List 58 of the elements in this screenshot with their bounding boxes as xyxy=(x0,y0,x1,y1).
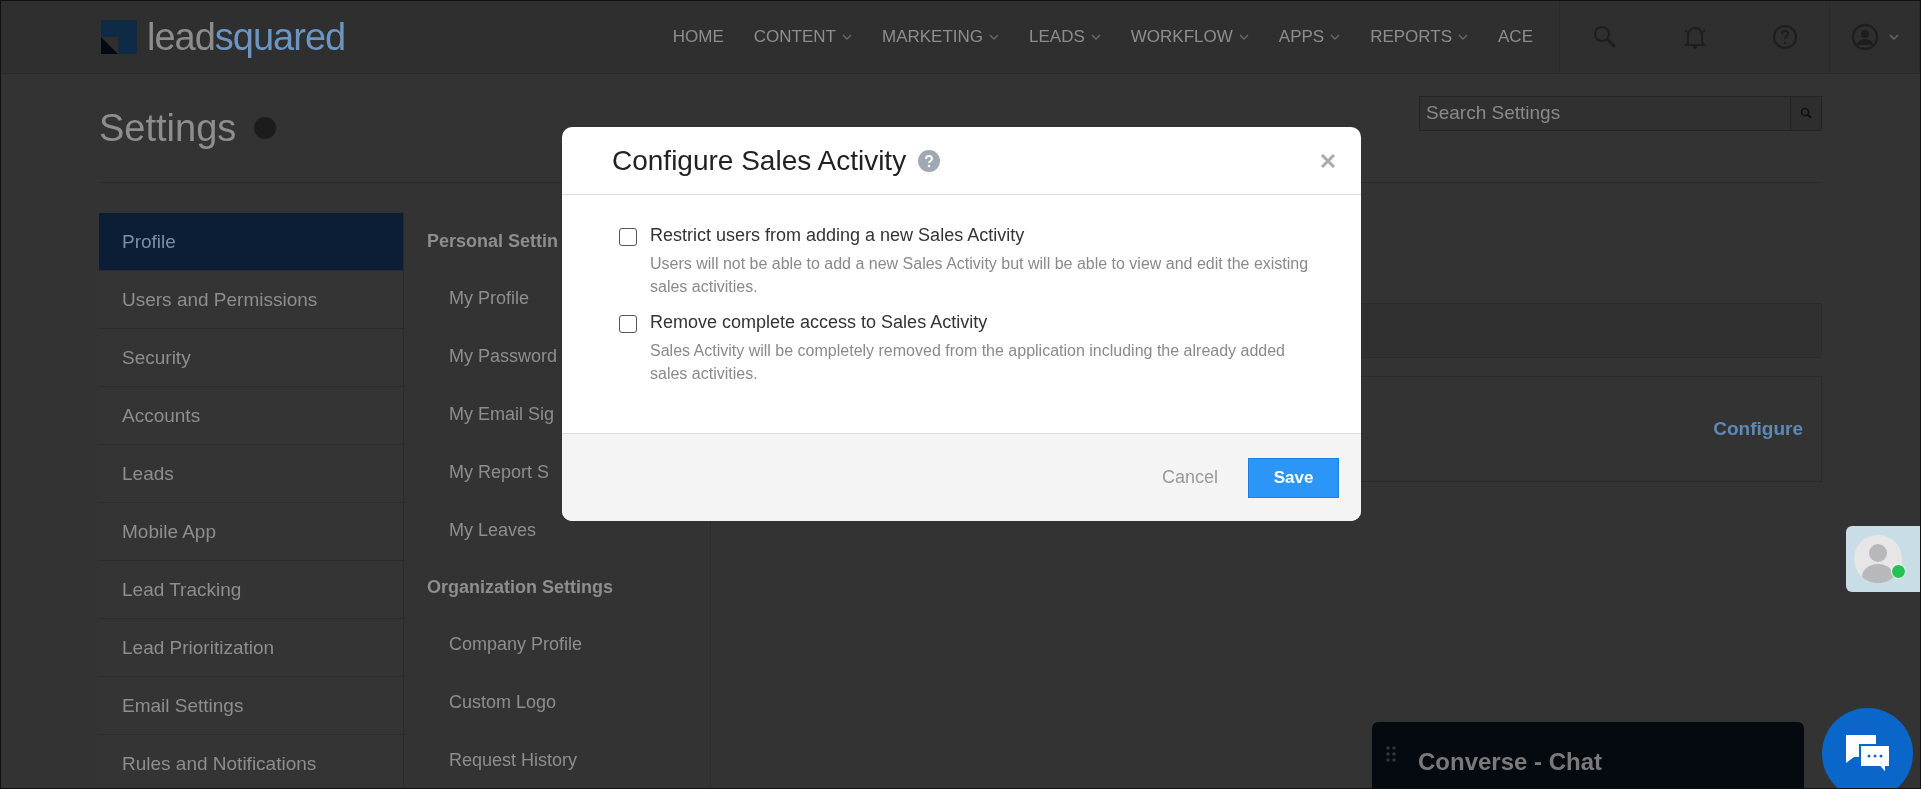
sidebar-item[interactable]: Lead Prioritization xyxy=(99,619,404,677)
sidebar-item[interactable]: Users and Permissions xyxy=(99,271,404,329)
sidebar-item[interactable]: Email Settings xyxy=(99,677,404,735)
chat-bar[interactable]: Converse - Chat xyxy=(1372,722,1804,788)
caret-icon xyxy=(1090,34,1101,40)
nav-link[interactable]: REPORTS xyxy=(1358,27,1481,47)
nav-link[interactable]: HOME xyxy=(660,27,736,47)
sidebar-item[interactable]: Profile xyxy=(99,213,404,271)
section-heading: Organization Settings xyxy=(427,575,613,599)
sidebar-item[interactable]: Accounts xyxy=(99,387,404,445)
option-description: Users will not be able to add a new Sales Activity but will be able to view and edit the existing sales activities. xyxy=(650,254,1310,297)
submenu-link[interactable]: Request History xyxy=(449,731,578,788)
caret-icon xyxy=(1238,34,1249,40)
submenu-link[interactable]: My Profile xyxy=(449,269,529,327)
caret-icon xyxy=(1330,34,1341,40)
dialog-title: Configure Sales Activity xyxy=(612,144,907,177)
close-button[interactable] xyxy=(1319,151,1337,170)
submenu-link[interactable]: My Leaves xyxy=(449,501,537,559)
nav-link[interactable]: ACE xyxy=(1486,27,1545,47)
sidebar-item[interactable]: Security xyxy=(99,329,404,387)
option-label[interactable]: Remove complete access to Sales Activity xyxy=(650,312,1321,333)
submenu-link[interactable]: My Password xyxy=(449,327,558,385)
sidebar-item[interactable]: Mobile App xyxy=(99,503,404,561)
save-button[interactable]: Save xyxy=(1248,457,1339,498)
sidebar-item[interactable]: Leads xyxy=(99,445,404,503)
section-heading: Personal Settin xyxy=(427,229,559,253)
nav-link[interactable]: MARKETING xyxy=(870,27,1012,47)
agent-tab[interactable] xyxy=(1846,526,1920,592)
sidebar-item[interactable]: Lead Tracking xyxy=(99,561,404,619)
submenu-link[interactable]: My Email Sig xyxy=(449,385,555,443)
configure-link[interactable]: Configure xyxy=(1713,418,1803,440)
close-icon xyxy=(1319,151,1337,170)
caret-icon xyxy=(842,34,852,40)
checkbox[interactable] xyxy=(619,228,637,246)
page-title: Settings xyxy=(99,106,237,150)
search-icon xyxy=(1800,107,1812,119)
caret-icon xyxy=(989,34,1000,40)
checkbox[interactable] xyxy=(619,315,637,333)
submenu-link[interactable]: My Report S xyxy=(449,443,550,501)
avatar-icon xyxy=(1854,535,1902,583)
caret-icon xyxy=(1458,34,1469,40)
caret-icon xyxy=(1888,34,1899,40)
nav-link[interactable]: APPS xyxy=(1266,27,1353,47)
chat-title: Converse - Chat xyxy=(1418,748,1603,776)
nav-link[interactable]: CONTENT xyxy=(741,27,864,47)
nav-link[interactable]: WORKFLOW xyxy=(1118,27,1261,47)
submenu-link[interactable]: Custom Logo xyxy=(449,673,557,731)
drag-handle-icon xyxy=(1386,746,1396,762)
help-icon[interactable] xyxy=(918,149,941,172)
cancel-button[interactable]: Cancel xyxy=(1161,463,1218,492)
nav-link[interactable]: LEADS xyxy=(1017,27,1113,47)
submenu-link[interactable]: Company Profile xyxy=(449,615,583,673)
option-label[interactable]: Restrict users from adding a new Sales Activity xyxy=(650,225,1321,246)
logo-text: leadsquared xyxy=(147,15,346,59)
search-button[interactable] xyxy=(1790,95,1822,131)
logo-mark-icon xyxy=(101,20,137,54)
search-field[interactable]: Search Settings xyxy=(1419,95,1790,131)
option-description: Sales Activity will be completely removed from the application including the already added sales activities. xyxy=(650,341,1286,384)
